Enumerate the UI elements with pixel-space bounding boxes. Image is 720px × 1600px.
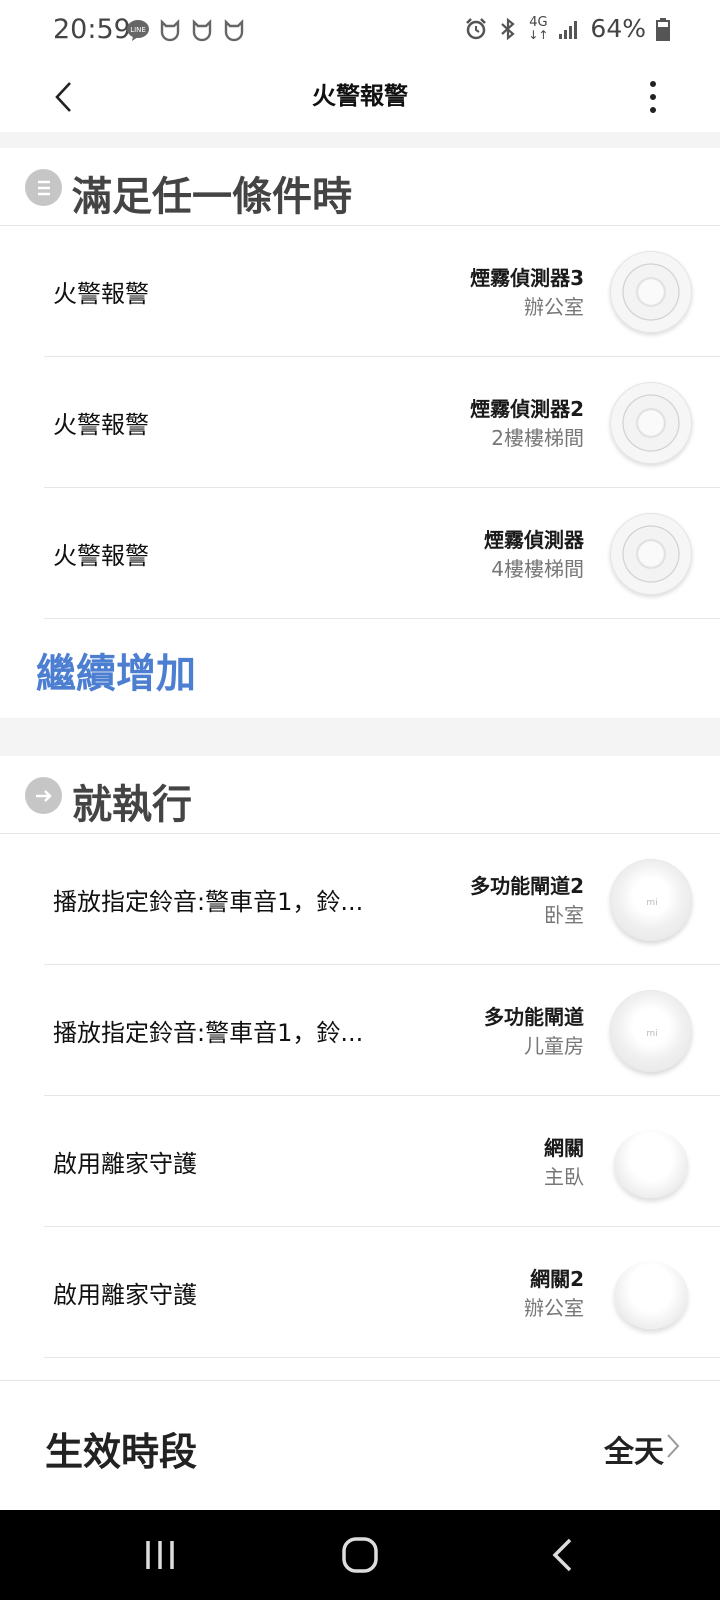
condition-label: 火警報警 <box>53 411 149 439</box>
smoke-detector-icon <box>610 251 692 333</box>
device-room: 辦公室 <box>524 295 584 319</box>
conditions-header: 滿足任一條件時 <box>0 148 720 226</box>
arrow-right-icon <box>25 777 62 814</box>
condition-label: 火警報警 <box>53 542 149 570</box>
hub-icon: mi <box>610 990 692 1072</box>
svg-text:mi: mi <box>646 1029 657 1039</box>
gateway-icon <box>614 1261 688 1329</box>
signal-icon <box>559 20 578 39</box>
condition-list-icon <box>25 169 62 206</box>
device-name: 煙霧偵測器 <box>484 528 584 552</box>
effective-period-row[interactable]: 生效時段 全天 <box>0 1380 720 1510</box>
system-back-button[interactable] <box>532 1530 592 1580</box>
period-value: 全天 <box>604 1435 664 1470</box>
action-row[interactable]: 播放指定鈴音:警車音1，鈴... 多功能閘道2 卧室 mi <box>0 834 720 965</box>
device-info: 多功能閘道2 卧室 <box>470 872 584 930</box>
device-info: 網關 主臥 <box>544 1134 584 1192</box>
bluetooth-icon <box>501 17 516 40</box>
mi-home-icon <box>224 19 244 42</box>
device-room: 4樓樓梯間 <box>491 557 584 581</box>
action-label: 啟用離家守護 <box>53 1281 197 1309</box>
more-dot <box>650 94 656 100</box>
device-name: 網關 <box>544 1136 584 1160</box>
action-row[interactable]: 播放指定鈴音:警車音1，鈴... 多功能閘道 儿童房 mi <box>0 965 720 1096</box>
notification-icons: LINE <box>126 18 246 42</box>
condition-row[interactable]: 火警報警 煙霧偵測器3 辦公室 <box>0 226 720 357</box>
svg-text:LINE: LINE <box>130 26 146 34</box>
home-button[interactable] <box>330 1530 390 1580</box>
smoke-detector-icon <box>610 513 692 595</box>
status-time: 20:59 <box>53 14 131 45</box>
device-info: 煙霧偵測器 4樓樓梯間 <box>484 526 584 584</box>
add-more-row: 繼續增加 <box>0 619 720 715</box>
device-name: 多功能閘道 <box>484 1005 584 1029</box>
action-row[interactable]: 啟用離家守護 網關2 辦公室 <box>0 1227 720 1358</box>
device-name: 煙霧偵測器3 <box>470 266 584 290</box>
action-row[interactable]: 啟用離家守護 網關 主臥 <box>0 1096 720 1227</box>
divider-band <box>0 718 720 756</box>
device-room: 主臥 <box>544 1165 584 1189</box>
device-info: 多功能閘道 儿童房 <box>484 1003 584 1061</box>
line-icon: LINE <box>127 20 149 41</box>
recent-apps-button[interactable] <box>130 1530 190 1580</box>
conditions-title: 滿足任一條件時 <box>72 174 352 220</box>
page-title: 火警報警 <box>312 82 408 110</box>
more-dot <box>650 107 656 113</box>
more-options-button[interactable] <box>638 72 668 122</box>
recents-icon <box>146 1541 174 1569</box>
device-name: 網關2 <box>530 1267 584 1291</box>
back-icon <box>552 1538 572 1572</box>
svg-text:mi: mi <box>646 898 657 908</box>
device-room: 卧室 <box>544 903 584 927</box>
chevron-right-icon <box>667 1434 680 1458</box>
divider-band <box>0 132 720 148</box>
actions-header: 就執行 <box>0 756 720 834</box>
device-name: 煙霧偵測器2 <box>470 397 584 421</box>
alarm-icon <box>466 17 487 39</box>
conditions-section: 滿足任一條件時 火警報警 煙霧偵測器3 辦公室 火警報警 煙霧偵測器2 2樓樓梯… <box>0 148 720 715</box>
network-type: 4G ↓↑ <box>528 14 549 42</box>
add-more-button[interactable]: 繼續增加 <box>36 641 196 699</box>
gateway-icon <box>614 1130 688 1198</box>
system-status: 4G ↓↑ 64% <box>464 14 670 43</box>
battery-percent: 64% <box>590 14 646 43</box>
home-icon <box>342 1537 378 1573</box>
system-nav-bar <box>0 1510 720 1600</box>
device-info: 煙霧偵測器2 2樓樓梯間 <box>470 395 584 453</box>
device-room: 2樓樓梯間 <box>491 426 584 450</box>
app-bar: 火警報警 <box>0 62 720 132</box>
action-label: 播放指定鈴音:警車音1，鈴... <box>53 1019 364 1047</box>
smoke-detector-icon <box>610 382 692 464</box>
device-info: 網關2 辦公室 <box>524 1265 584 1323</box>
condition-row[interactable]: 火警報警 煙霧偵測器 4樓樓梯間 <box>0 488 720 619</box>
action-label: 啟用離家守護 <box>53 1150 197 1178</box>
more-dot <box>650 81 656 87</box>
actions-title: 就執行 <box>72 782 192 828</box>
battery-icon <box>656 17 670 41</box>
period-label: 生效時段 <box>45 1430 198 1474</box>
condition-row[interactable]: 火警報警 煙霧偵測器2 2樓樓梯間 <box>0 357 720 488</box>
mi-home-icon <box>160 19 180 42</box>
device-room: 辦公室 <box>524 1296 584 1320</box>
status-bar: 20:59 LINE 4G ↓↑ 64% <box>0 0 720 62</box>
mi-home-icon <box>192 19 212 42</box>
action-label: 播放指定鈴音:警車音1，鈴... <box>53 888 364 916</box>
device-name: 多功能閘道2 <box>470 874 584 898</box>
device-room: 儿童房 <box>524 1034 584 1058</box>
actions-section: 就執行 播放指定鈴音:警車音1，鈴... 多功能閘道2 卧室 mi 播放指定鈴音… <box>0 756 720 1358</box>
condition-label: 火警報警 <box>53 280 149 308</box>
hub-icon: mi <box>610 859 692 941</box>
device-info: 煙霧偵測器3 辦公室 <box>470 264 584 322</box>
